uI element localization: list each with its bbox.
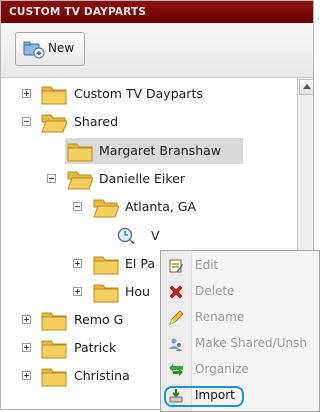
- menu-item-rename[interactable]: Rename: [161, 306, 320, 330]
- menu-item-edit[interactable]: Edit: [161, 254, 320, 278]
- menu-item-label: Delete: [195, 284, 235, 298]
- collapse-toggle[interactable]: [73, 202, 82, 211]
- tree-node-custom-tv-dayparts[interactable]: Custom TV Dayparts: [1, 81, 297, 109]
- organize-arrows-icon: [169, 364, 183, 376]
- collapse-toggle[interactable]: [22, 117, 31, 126]
- tree-node-label: Atlanta, GA: [125, 199, 197, 214]
- collapse-toggle[interactable]: [47, 174, 56, 183]
- tree-node-label: Hou: [125, 284, 150, 299]
- folder-icon: [67, 143, 93, 162]
- tree-node-label: Shared: [74, 114, 119, 129]
- tree-node-label: Patrick: [74, 340, 117, 355]
- new-button[interactable]: New: [15, 32, 85, 66]
- expand-toggle[interactable]: [73, 287, 82, 296]
- tree-node-label: Remo G: [74, 312, 124, 327]
- context-menu: Edit Delete Rename Make Shared/Unsh Orga…: [160, 250, 320, 412]
- edit-icon: [169, 259, 183, 273]
- new-folder-icon: [23, 41, 45, 59]
- tree-node-daypart-item[interactable]: V: [1, 223, 297, 251]
- folder-icon: [41, 340, 67, 359]
- expand-toggle[interactable]: [22, 343, 31, 352]
- tree-node-margaret-branshaw[interactable]: Margaret Branshaw: [1, 138, 297, 166]
- expand-toggle[interactable]: [22, 315, 31, 324]
- menu-item-organize[interactable]: Organize: [161, 358, 320, 382]
- toolbar: New: [1, 23, 313, 78]
- new-button-label: New: [48, 41, 75, 55]
- panel-title: CUSTOM TV DAYPARTS: [1, 1, 313, 23]
- expand-toggle[interactable]: [22, 89, 31, 98]
- tree-node-label: Custom TV Dayparts: [74, 86, 203, 101]
- folder-icon: [41, 86, 67, 105]
- tree-node-label: Christina: [74, 368, 130, 383]
- tree-node-atlanta-ga[interactable]: Atlanta, GA: [1, 194, 297, 222]
- tree-node-label: Margaret Branshaw: [99, 143, 222, 158]
- menu-item-label: Organize: [195, 362, 249, 376]
- menu-item-label: Make Shared/Unsh: [195, 336, 307, 350]
- daypart-clock-icon: [117, 227, 135, 244]
- folder-icon: [41, 312, 67, 331]
- share-users-icon: [169, 338, 182, 351]
- import-icon: [169, 389, 183, 403]
- menu-item-label: Rename: [195, 310, 245, 324]
- delete-icon: [169, 285, 183, 299]
- menu-item-label: Edit: [195, 258, 219, 272]
- rename-pencil-icon: [169, 310, 184, 325]
- scroll-up-arrow[interactable]: [299, 79, 313, 95]
- open-folder-icon: [67, 171, 93, 190]
- folder-icon: [93, 256, 119, 275]
- menu-item-delete[interactable]: Delete: [161, 280, 320, 304]
- tree-node-shared[interactable]: Shared: [1, 109, 297, 137]
- menu-item-label: Import: [195, 388, 235, 402]
- open-folder-icon: [41, 114, 67, 133]
- tree-node-danielle-eiker[interactable]: Danielle Eiker: [1, 166, 297, 194]
- menu-item-make-shared[interactable]: Make Shared/Unsh: [161, 332, 320, 356]
- menu-item-import[interactable]: Import: [161, 384, 320, 408]
- tree-node-label: V: [151, 228, 160, 243]
- expand-toggle[interactable]: [22, 371, 31, 380]
- folder-icon: [41, 368, 67, 387]
- folder-icon: [93, 284, 119, 303]
- open-folder-icon: [93, 199, 119, 218]
- tree-node-label: Danielle Eiker: [99, 171, 185, 186]
- tree-node-label: El Pa: [125, 256, 155, 271]
- expand-toggle[interactable]: [73, 259, 82, 268]
